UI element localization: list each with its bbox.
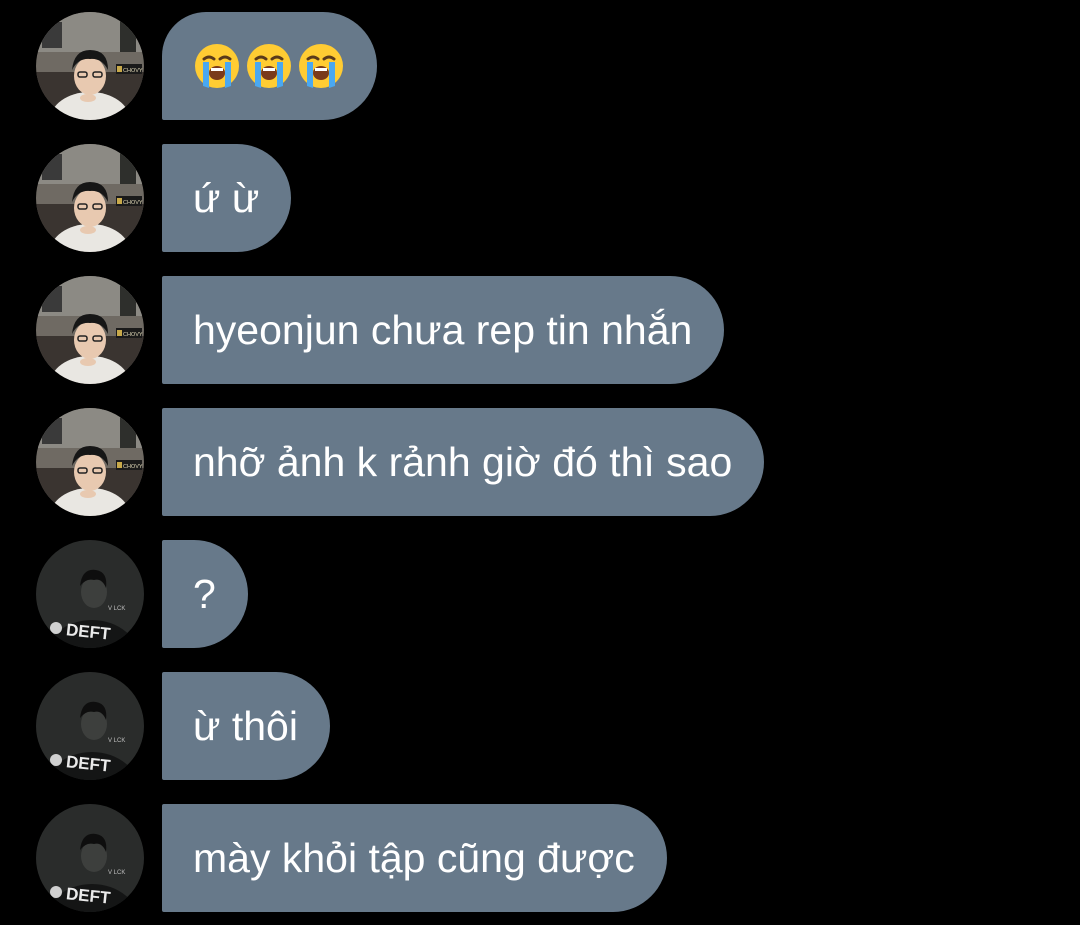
loudly-crying-face-icon [195, 44, 239, 88]
message-text: nhỡ ảnh k rảnh giờ đó thì sao [193, 438, 733, 485]
deft-avatar[interactable]: V LCK DEFT [36, 540, 144, 648]
message-bubble[interactable]: ? [162, 540, 248, 648]
message-bubble[interactable]: ừ thôi [162, 672, 330, 780]
message-bubble[interactable] [162, 12, 377, 120]
loudly-crying-face-icon [247, 44, 291, 88]
chovy-badge-text: CHOVY [123, 68, 143, 74]
chovy-badge-text: CHOVY [123, 464, 143, 470]
chat-thread: CHOVY CHOVY ứ ừ CHOVY hyeonjun chưa rep … [0, 0, 1080, 925]
loudly-crying-face-icon [299, 44, 343, 88]
message-text: ứ ừ [193, 174, 260, 221]
chovy-badge-text: CHOVY [123, 332, 143, 338]
message-text: mày khỏi tập cũng được [193, 834, 635, 881]
deft-avatar[interactable]: V LCK DEFT [36, 672, 144, 780]
svg-text:V LCK: V LCK [108, 606, 125, 612]
svg-text:V LCK: V LCK [108, 870, 125, 876]
message-row: CHOVY ứ ừ [36, 144, 292, 252]
chovy-badge-text: CHOVY [123, 200, 143, 206]
message-text: ừ thôi [193, 702, 298, 749]
chovy-avatar[interactable]: CHOVY [36, 276, 144, 384]
message-row: CHOVY [36, 12, 377, 120]
svg-text:V LCK: V LCK [108, 738, 125, 744]
message-row: V LCK DEFT mày khỏi tập cũng được [36, 804, 667, 912]
chovy-avatar[interactable]: CHOVY [36, 144, 144, 252]
message-row: V LCK DEFT ừ thôi [36, 672, 330, 780]
message-bubble[interactable]: hyeonjun chưa rep tin nhắn [162, 276, 725, 384]
message-text: ? [193, 570, 216, 617]
message-row: V LCK DEFT ? [36, 540, 248, 648]
message-row: CHOVY hyeonjun chưa rep tin nhắn [36, 276, 725, 384]
message-bubble[interactable]: ứ ừ [162, 144, 292, 252]
emoji-group [193, 42, 345, 90]
message-row: CHOVY nhỡ ảnh k rảnh giờ đó thì sao [36, 408, 765, 516]
message-bubble[interactable]: mày khỏi tập cũng được [162, 804, 667, 912]
message-text: hyeonjun chưa rep tin nhắn [193, 306, 693, 353]
deft-avatar[interactable]: V LCK DEFT [36, 804, 144, 912]
message-bubble[interactable]: nhỡ ảnh k rảnh giờ đó thì sao [162, 408, 765, 516]
chovy-avatar[interactable]: CHOVY [36, 12, 144, 120]
chovy-avatar[interactable]: CHOVY [36, 408, 144, 516]
